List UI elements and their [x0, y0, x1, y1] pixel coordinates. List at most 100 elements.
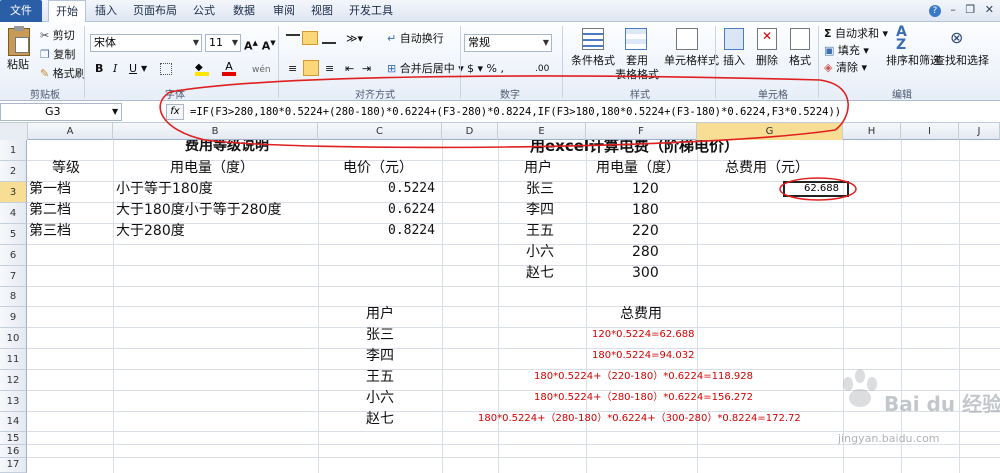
- row-header[interactable]: 13: [0, 391, 27, 412]
- align-left-button[interactable]: ≡: [288, 62, 297, 76]
- paste-icon[interactable]: [8, 26, 30, 56]
- row-header[interactable]: 7: [0, 266, 27, 287]
- calc-expression[interactable]: 120*0.5224=62.688: [592, 325, 694, 345]
- row-header[interactable]: 8: [0, 287, 27, 307]
- insert-button[interactable]: 插入: [723, 54, 745, 68]
- table-format-button[interactable]: 套用: [626, 54, 648, 68]
- user-usage[interactable]: 280: [632, 242, 659, 262]
- find-select-button[interactable]: 查找和选择: [934, 54, 989, 68]
- close-icon[interactable]: ✕: [985, 3, 994, 16]
- phonetic-button[interactable]: wén: [252, 63, 271, 77]
- tab-review[interactable]: 审阅: [266, 0, 302, 22]
- delete-button[interactable]: 删除: [756, 54, 778, 68]
- tier-level[interactable]: 第二档: [29, 200, 71, 220]
- format-cells-icon[interactable]: [790, 28, 810, 50]
- row-header[interactable]: 5: [0, 224, 27, 245]
- user-name[interactable]: 小六: [526, 242, 554, 262]
- name-box-dropdown[interactable]: ▼: [112, 105, 118, 119]
- minimize-icon[interactable]: –: [950, 3, 956, 16]
- row-header[interactable]: 10: [0, 328, 27, 349]
- fill-color-icon[interactable]: ◆: [195, 62, 209, 76]
- user-usage[interactable]: 180: [632, 200, 659, 220]
- insert-function-icon[interactable]: fx: [166, 104, 184, 120]
- orientation-button[interactable]: ≫▾: [346, 32, 363, 46]
- align-top-icon[interactable]: [286, 34, 300, 44]
- align-middle-icon[interactable]: [302, 31, 318, 45]
- bold-button[interactable]: B: [95, 62, 103, 76]
- row-header-selected[interactable]: 3: [0, 182, 27, 203]
- tier-price[interactable]: 0.8224: [388, 221, 435, 241]
- increase-indent-button[interactable]: ⇥: [362, 62, 371, 76]
- paste-button[interactable]: 粘贴: [7, 58, 29, 72]
- calc-user[interactable]: 李四: [366, 346, 394, 366]
- table-format-button-2[interactable]: 表格格式: [615, 68, 659, 82]
- column-header[interactable]: B: [113, 123, 318, 140]
- clear-button[interactable]: ◈ 清除 ▾: [824, 61, 867, 75]
- tab-page-layout[interactable]: 页面布局: [128, 0, 182, 22]
- table-format-icon[interactable]: [625, 28, 647, 50]
- underline-button[interactable]: U: [129, 62, 137, 76]
- calc-expression[interactable]: 180*0.5224=94.032: [592, 346, 694, 366]
- calc-user[interactable]: 小六: [366, 388, 394, 408]
- row-header[interactable]: 12: [0, 370, 27, 391]
- font-size-select[interactable]: 11 ▼: [205, 34, 241, 52]
- font-name-select[interactable]: 宋体 ▼: [90, 34, 202, 52]
- align-center-icon[interactable]: [303, 60, 319, 76]
- window-controls[interactable]: ? – ❐ ✕: [928, 3, 994, 17]
- format-painter-button[interactable]: ✎ 格式刷: [40, 67, 86, 81]
- cell-style-icon[interactable]: [676, 28, 698, 50]
- active-cell-g3[interactable]: 62.688: [783, 181, 849, 197]
- column-header[interactable]: I: [901, 123, 959, 140]
- column-header-selected[interactable]: G: [697, 123, 843, 140]
- row-header[interactable]: 9: [0, 307, 27, 328]
- number-format-select[interactable]: 常规 ▼: [464, 34, 552, 52]
- column-header[interactable]: D: [442, 123, 498, 140]
- insert-cells-icon[interactable]: [724, 28, 744, 50]
- tab-file[interactable]: 文件: [0, 0, 42, 22]
- wrap-text-button[interactable]: ↵ 自动换行: [387, 32, 444, 46]
- column-header[interactable]: E: [498, 123, 586, 140]
- column-header[interactable]: F: [586, 123, 697, 140]
- align-bottom-icon[interactable]: [322, 34, 336, 44]
- user-name[interactable]: 王五: [526, 221, 554, 241]
- tier-price[interactable]: 0.6224: [388, 200, 435, 220]
- decrease-indent-button[interactable]: ⇤: [345, 62, 354, 76]
- row-header[interactable]: 11: [0, 349, 27, 370]
- cut-button[interactable]: ✂ 剪切: [40, 29, 75, 43]
- tier-level[interactable]: 第三档: [29, 221, 71, 241]
- column-header[interactable]: J: [959, 123, 1000, 140]
- column-header[interactable]: H: [843, 123, 901, 140]
- tab-developer[interactable]: 开发工具: [344, 0, 398, 22]
- tier-range[interactable]: 大于180度小于等于280度: [116, 200, 281, 220]
- conditional-format-button[interactable]: 条件格式: [571, 54, 615, 68]
- row-header[interactable]: 16: [0, 445, 27, 458]
- tab-formulas[interactable]: 公式: [186, 0, 222, 22]
- border-icon[interactable]: [160, 63, 172, 75]
- user-name[interactable]: 李四: [526, 200, 554, 220]
- row-header[interactable]: 15: [0, 432, 27, 445]
- align-right-button[interactable]: ≡: [325, 62, 334, 76]
- grow-font-button[interactable]: A▲ A▼: [244, 36, 276, 54]
- tab-data[interactable]: 数据: [226, 0, 262, 22]
- fill-button[interactable]: ▣ 填充 ▾: [824, 44, 869, 58]
- format-button[interactable]: 格式: [789, 54, 811, 68]
- user-name[interactable]: 张三: [526, 179, 554, 199]
- tier-price[interactable]: 0.5224: [388, 179, 435, 199]
- currency-button[interactable]: $ ▾ % ,: [467, 62, 504, 76]
- user-usage[interactable]: 120: [632, 179, 659, 199]
- merge-center-button[interactable]: ⊞ 合并后居中 ▾: [387, 62, 464, 76]
- tab-insert[interactable]: 插入: [88, 0, 124, 22]
- calc-expression[interactable]: 180*0.5224+（220-180）*0.6224=118.928: [534, 367, 753, 387]
- calc-user[interactable]: 王五: [366, 367, 394, 387]
- copy-button[interactable]: ❐ 复制: [40, 48, 75, 62]
- conditional-format-icon[interactable]: [582, 28, 604, 50]
- sort-filter-icon[interactable]: AZ: [896, 25, 920, 52]
- row-header[interactable]: 6: [0, 245, 27, 266]
- delete-cells-icon[interactable]: ✕: [757, 28, 777, 50]
- calc-expression[interactable]: 180*0.5224+（280-180）*0.6224+（300-280）*0.…: [478, 409, 801, 429]
- italic-button[interactable]: I: [113, 62, 117, 76]
- tab-home[interactable]: 开始: [48, 0, 86, 23]
- autosum-button[interactable]: Σ 自动求和 ▾: [824, 27, 888, 41]
- select-all-corner[interactable]: [0, 123, 28, 140]
- binoculars-icon[interactable]: ⊗: [950, 28, 970, 48]
